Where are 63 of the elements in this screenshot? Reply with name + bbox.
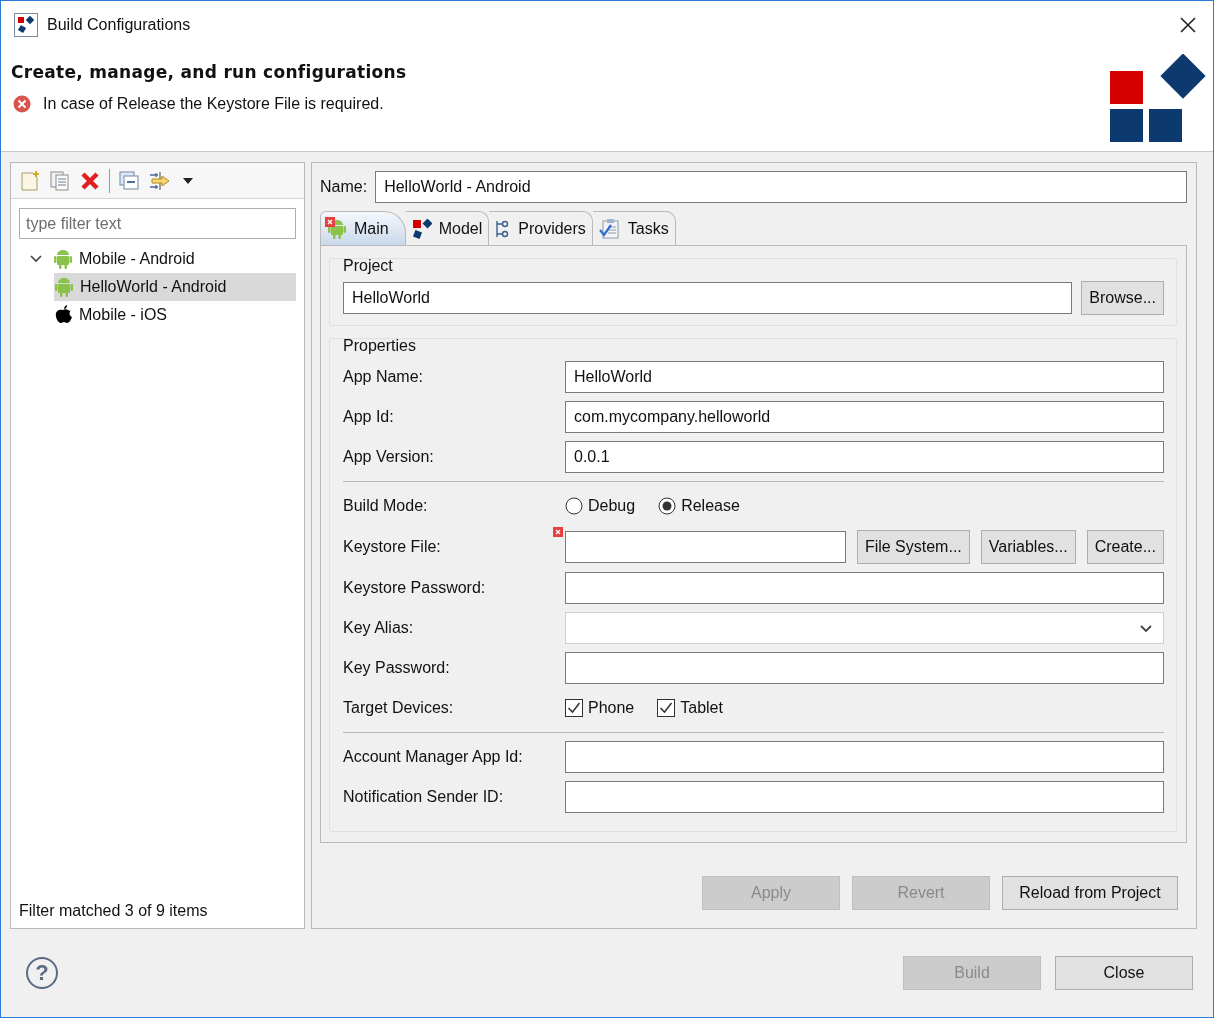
field-label: Name: <box>320 178 368 196</box>
checkbox-option[interactable]: Tablet <box>657 696 723 720</box>
text-field[interactable] <box>565 741 1164 773</box>
action-button[interactable]: Reload from Project <box>1002 876 1178 910</box>
tree-item[interactable]: HelloWorld - Android <box>54 273 296 301</box>
field-label: Keystore Password: <box>343 579 487 597</box>
tab[interactable]: Model <box>405 211 490 245</box>
radio-option[interactable]: Debug <box>565 494 636 518</box>
group-title: Project <box>343 257 394 275</box>
tab[interactable]: Main <box>320 211 406 245</box>
text-field[interactable] <box>565 572 1164 604</box>
filter-field[interactable]: type filter text <box>19 208 296 239</box>
close-icon[interactable] <box>1179 15 1197 34</box>
text-field[interactable] <box>565 531 846 563</box>
window-title: Build Configurations <box>47 15 191 34</box>
radio-option[interactable]: Release <box>658 494 740 518</box>
dialog-heading: Create, manage, and run configurations <box>11 62 408 82</box>
field-label: Target Devices: <box>343 699 455 717</box>
clipboard-check-icon <box>598 217 621 240</box>
text-field[interactable] <box>565 781 1164 813</box>
text-field[interactable] <box>565 652 1164 684</box>
browse-button[interactable]: Browse... <box>1081 281 1164 315</box>
dropdown-field[interactable] <box>565 612 1164 644</box>
collapse-all-icon[interactable] <box>118 169 140 192</box>
field-label: Build Mode: <box>343 497 429 515</box>
field-label: Key Alias: <box>343 619 415 637</box>
group-title: Properties <box>343 337 417 355</box>
checkbox-icon[interactable] <box>565 699 583 717</box>
field-label: Keystore File: <box>343 538 442 556</box>
shapes-icon <box>411 218 432 239</box>
text-field[interactable]: HelloWorld <box>565 361 1164 393</box>
action-button[interactable]: File System... <box>856 530 970 564</box>
text-field[interactable]: com.mycompany.helloworld <box>565 401 1164 433</box>
dropdown-caret-icon[interactable] <box>182 176 194 185</box>
checkbox-option[interactable]: Phone <box>565 696 635 720</box>
action-button[interactable]: Create... <box>1086 530 1164 564</box>
error-message: In case of Release the Keystore File is required. <box>43 95 384 113</box>
radio-icon[interactable] <box>565 497 583 515</box>
checkbox-icon[interactable] <box>657 699 676 717</box>
tab[interactable]: Providers <box>489 211 593 245</box>
logo-icon <box>1107 54 1207 144</box>
field-label: Account Manager App Id: <box>343 748 524 766</box>
status-text: Filter matched 3 of 9 items <box>18 902 209 921</box>
project-field[interactable]: HelloWorld <box>343 282 1073 314</box>
dialog-button[interactable]: Close <box>1055 956 1193 990</box>
robot-icon <box>54 276 74 298</box>
field-label: Key Password: <box>343 659 451 677</box>
field-label: App Id: <box>343 408 395 426</box>
robot-icon <box>53 248 73 270</box>
tab[interactable]: Tasks <box>592 211 676 245</box>
apple-icon <box>53 304 73 326</box>
field-label: App Name: <box>343 368 425 386</box>
name-field[interactable]: HelloWorld - Android <box>375 171 1187 203</box>
text-field[interactable]: 0.0.1 <box>565 441 1164 473</box>
tree-item[interactable]: Mobile - Android <box>25 245 296 273</box>
action-button[interactable]: Variables... <box>980 530 1076 564</box>
field-label: Notification Sender ID: <box>343 788 505 806</box>
help-button[interactable]: ? <box>26 957 58 989</box>
tree-item[interactable]: Mobile - iOS <box>25 301 296 329</box>
radio-icon[interactable] <box>658 497 677 515</box>
field-label: App Version: <box>343 448 435 466</box>
app-icon <box>14 12 38 37</box>
delete-icon[interactable] <box>79 169 101 192</box>
